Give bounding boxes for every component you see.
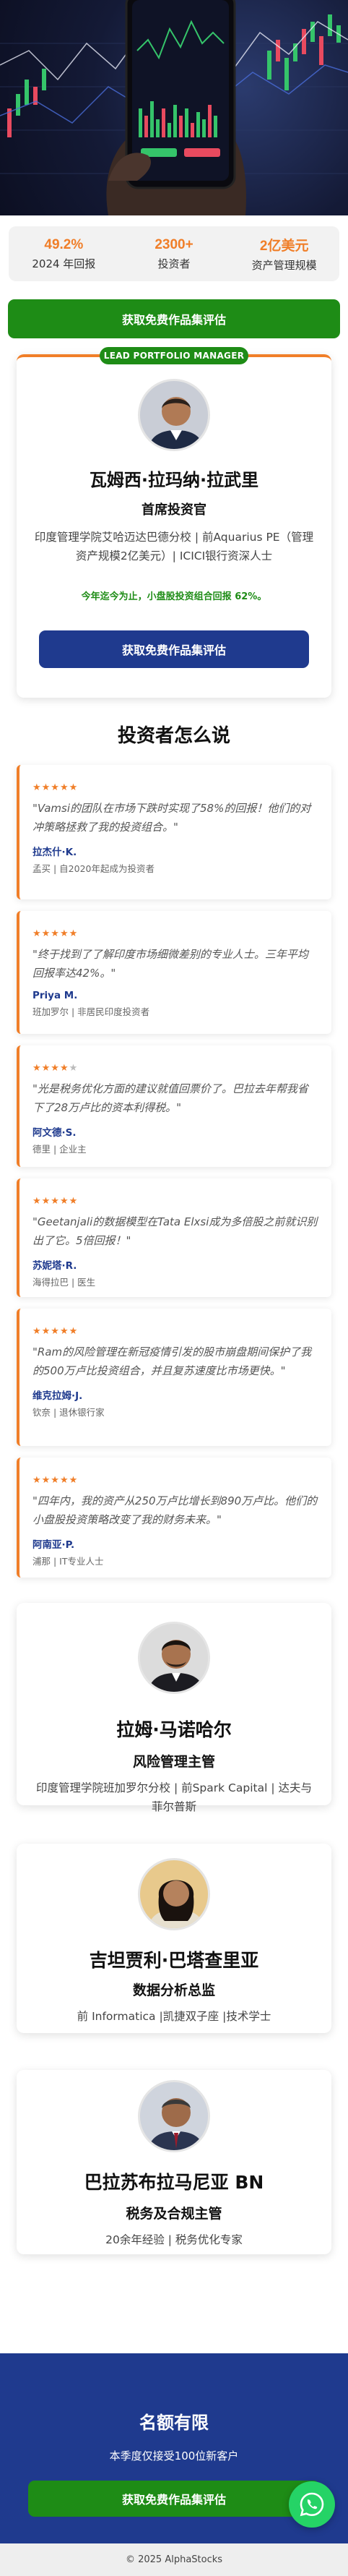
testimonial-desc: 德里 | 企业主: [32, 1144, 87, 1155]
testimonial-card: ★★★★★ "Vamsi的团队在市场下跌时实现了58%的回报！他们的对冲策略拯救…: [17, 765, 331, 899]
rating-stars: ★★★★★: [32, 1063, 79, 1074]
avatar: [138, 1622, 210, 1694]
testimonial-card: ★★★★★ "Geetanjali的数据模型在Tata Elxsi成为多倍股之前…: [17, 1178, 331, 1297]
testimonial-name: 阿文德·S.: [32, 1127, 77, 1139]
stat-return: 49.2% 2024 年回报: [9, 237, 119, 271]
avatar: [138, 379, 210, 451]
testimonial-name: 维克拉姆·J.: [32, 1390, 83, 1402]
team-name: 拉姆·马诺哈尔: [116, 1719, 232, 1740]
lead-name: 瓦姆西·拉玛纳·拉武里: [89, 470, 259, 490]
stat-aum: 2亿美元 资产管理规模: [229, 235, 339, 273]
testimonial-quote: "Ram的风险管理在新冠疫情引发的股市崩盘期间保护了我的500万卢比投资组合，并…: [32, 1345, 312, 1377]
testimonial-quote: "终于找到了了解印度市场细微差别的专业人士。三年平均回报率达42%。": [32, 948, 308, 980]
testimonial-desc: 钦奈 | 退休银行家: [32, 1407, 105, 1418]
team-credentials: 印度管理学院班加罗尔分校 | 前Spark Capital | 达夫与菲尔普斯: [36, 1781, 312, 1813]
testimonial-card: ★★★★★ "终于找到了了解印度市场细微差别的专业人士。三年平均回报率达42%。…: [17, 911, 331, 1034]
lead-role: 首席投资官: [142, 502, 206, 518]
rating-stars: ★★★★★: [32, 782, 79, 793]
team-name: 巴拉苏布拉马尼亚 BN: [84, 2172, 264, 2193]
team-name: 吉坦贾利·巴塔查里亚: [89, 1950, 259, 1971]
rating-stars: ★★★★★: [32, 1196, 79, 1207]
team-card: 巴拉苏布拉马尼亚 BN 税务及合规主管 20余年经验 | 税务优化专家: [17, 2070, 331, 2254]
testimonial-name: 拉杰什·K.: [32, 847, 77, 858]
lead-performance: 今年迄今为止，小盘股投资组合回报 62%。: [81, 591, 267, 602]
testimonial-quote: "Vamsi的团队在市场下跌时实现了58%的回报！他们的对冲策略拯救了我的投资组…: [32, 802, 311, 834]
rating-stars: ★★★★★: [32, 1475, 79, 1486]
testimonial-name: 苏妮塔·R.: [32, 1260, 77, 1272]
stat-value: 49.2%: [44, 236, 84, 252]
team-credentials: 前 Informatica |凯捷双子座 |技术学士: [77, 2010, 271, 2023]
stat-investors: 2300+ 投资者: [119, 237, 230, 271]
testimonial-name: 阿南亚·P.: [32, 1539, 75, 1551]
stat-label: 资产管理规模: [251, 259, 317, 272]
rating-stars: ★★★★★: [32, 928, 79, 939]
testimonial-quote: "光是税务优化方面的建议就值回票价了。巴拉去年帮我省下了28万卢比的资本利得税。…: [32, 1082, 308, 1114]
offer-title: 名额有限: [139, 2413, 209, 2433]
avatar: [138, 2080, 210, 2152]
testimonial-desc: 孟买 | 自2020年起成为投资者: [32, 863, 155, 874]
testimonial-card: ★★★★★ "四年内，我的资产从250万卢比增长到890万卢比。他们的小盘股投资…: [17, 1458, 331, 1578]
stat-label: 投资者: [157, 257, 191, 270]
team-role: 税务及合规主管: [126, 2206, 222, 2222]
stats-bar: 49.2% 2024 年回报 2300+ 投资者 2亿美元 资产管理规模: [9, 226, 339, 281]
testimonial-quote: "Geetanjali的数据模型在Tata Elxsi成为多倍股之前就识别出了它…: [32, 1215, 318, 1247]
testimonial-desc: 海得拉巴 | 医生: [32, 1277, 96, 1288]
footer-copyright: © 2025 AlphaStocks: [0, 2543, 348, 2576]
team-role: 风险管理主管: [132, 1754, 215, 1770]
offer-assessment-button[interactable]: 获取免费作品集评估: [28, 2481, 320, 2517]
testimonial-quote: "四年内，我的资产从250万卢比增长到890万卢比。他们的小盘股投资策略改变了我…: [32, 1494, 318, 1526]
testimonial-card: ★★★★★ "光是税务优化方面的建议就值回票价了。巴拉去年帮我省下了28万卢比的…: [17, 1045, 331, 1167]
whatsapp-icon: [300, 2492, 324, 2517]
avatar: [138, 1858, 210, 1930]
stat-value: 2300+: [155, 236, 193, 252]
team-card: 吉坦贾利·巴塔查里亚 数据分析总监 前 Informatica |凯捷双子座 |…: [17, 1844, 331, 2033]
stat-value: 2亿美元: [259, 239, 309, 254]
team-card: 拉姆·马诺哈尔 风险管理主管 印度管理学院班加罗尔分校 | 前Spark Cap…: [17, 1603, 331, 1813]
hero-image: [0, 0, 348, 215]
testimonial-card: ★★★★★ "Ram的风险管理在新冠疫情引发的股市崩盘期间保护了我的500万卢比…: [17, 1309, 331, 1446]
offer-subtitle: 本季度仅接受100位新客户: [109, 2449, 239, 2462]
team-role: 数据分析总监: [132, 1982, 215, 1998]
lead-manager-card: LEAD PORTFOLIO MANAGER 瓦姆西·拉玛纳·拉武里 首席投资官…: [17, 347, 331, 698]
team-credentials: 20余年经验 | 税务优化专家: [105, 2233, 243, 2246]
whatsapp-button[interactable]: [289, 2481, 335, 2528]
lead-badge: LEAD PORTFOLIO MANAGER: [100, 347, 248, 364]
testimonials-title: 投资者怎么说: [117, 725, 230, 747]
lead-assessment-button[interactable]: 获取免费作品集评估: [39, 630, 309, 668]
lead-credentials: 印度管理学院艾哈迈达巴德分校 | 前Aquarius PE（管理资产规模2亿美元…: [34, 531, 314, 562]
testimonial-name: Priya M.: [32, 990, 78, 1001]
testimonial-desc: 浦那 | IT专业人士: [32, 1556, 104, 1567]
testimonial-desc: 班加罗尔 | 非居民印度投资者: [32, 1006, 150, 1017]
free-assessment-button[interactable]: 获取免费作品集评估: [8, 299, 340, 338]
stat-label: 2024 年回报: [32, 257, 96, 270]
rating-stars: ★★★★★: [32, 1326, 79, 1337]
